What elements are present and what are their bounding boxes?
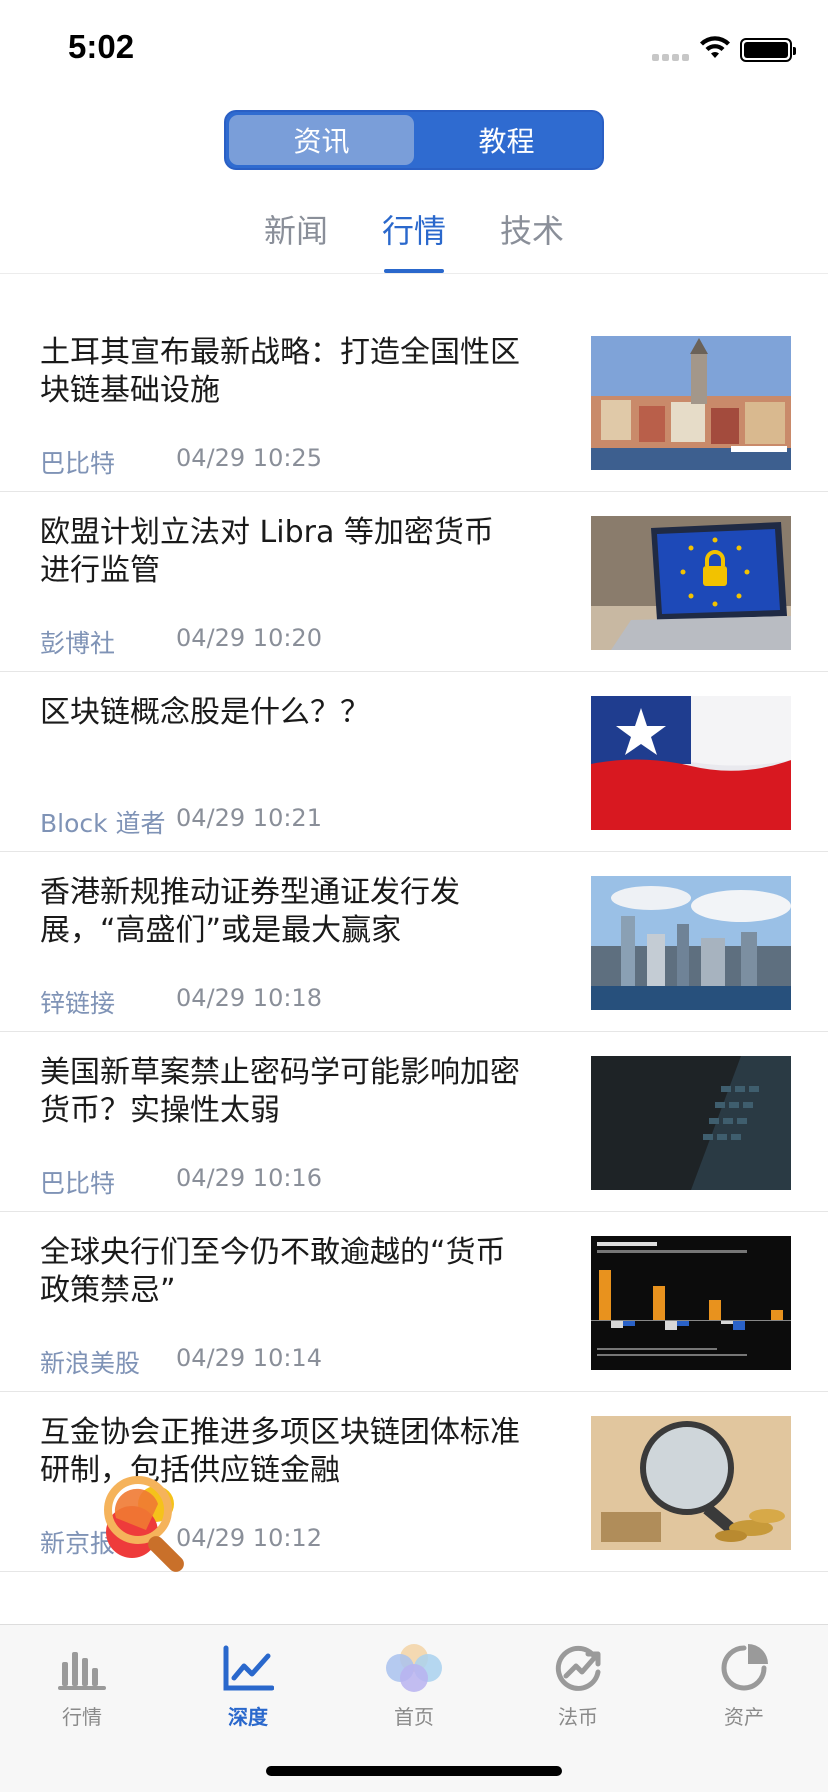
news-date: 04/29 10:20	[176, 624, 322, 652]
news-date: 04/29 10:21	[176, 804, 322, 832]
floating-search-button[interactable]	[98, 1474, 208, 1584]
tab-bar-label: 首页	[394, 1705, 434, 1729]
news-source: 锌链接	[40, 989, 116, 1018]
borrowing-chart-image	[591, 1236, 791, 1370]
news-source: 彭博社	[40, 629, 116, 658]
battery-icon	[740, 38, 796, 62]
news-meta: 锌链接 04/29 10:18	[40, 984, 322, 1020]
category-tabs: 新闻 行情 技术	[0, 200, 828, 274]
eu-laptop-lock-image	[591, 516, 791, 650]
news-title: 全球央行们至今仍不敢逾越的“货币政策禁忌”	[40, 1235, 506, 1308]
list-item[interactable]: 美国新草案禁止密码学可能影响加密货币？实操性太弱 巴比特 04/29 10:16	[0, 1032, 828, 1212]
tab-bar-label: 深度	[228, 1705, 268, 1729]
news-source: 新浪美股	[40, 1349, 141, 1378]
segment-news[interactable]: 资讯	[229, 115, 414, 165]
news-meta: 巴比特 04/29 10:16	[40, 1164, 322, 1200]
news-date: 04/29 10:25	[176, 444, 322, 472]
bar-chart-icon	[22, 1639, 142, 1697]
cellular-signal-icon	[652, 54, 689, 61]
list-item[interactable]: 区块链概念股是什么？？ Block 道者 04/29 10:21	[0, 672, 828, 852]
dark-keyboard-image	[591, 1056, 791, 1190]
finance-regulation-image	[591, 1416, 791, 1550]
chile-flag-image	[591, 696, 791, 830]
home-indicator	[266, 1766, 562, 1776]
pie-chart-icon	[684, 1639, 804, 1697]
news-source: 巴比特	[40, 1169, 116, 1198]
news-source: Block 道者	[40, 809, 166, 838]
tab-tech[interactable]: 技术	[499, 200, 565, 273]
status-bar: 5:02	[0, 0, 828, 100]
news-meta: 新浪美股 04/29 10:14	[40, 1344, 322, 1380]
news-title: 欧盟计划立法对 Libra 等加密货币进行监管	[40, 515, 494, 588]
tab-market[interactable]: 行情	[381, 200, 447, 273]
tab-bar-label: 行情	[62, 1705, 102, 1729]
tab-bar-assets[interactable]: 资产	[684, 1639, 804, 1730]
trend-circle-icon	[518, 1639, 638, 1697]
tab-bar-market[interactable]: 行情	[22, 1639, 142, 1730]
hong-kong-skyline-image	[591, 876, 791, 1010]
list-item[interactable]: 香港新规推动证券型通证发行发展，“高盛们”或是最大赢家 锌链接 04/29 10…	[0, 852, 828, 1032]
tab-bar-home[interactable]: 首页	[354, 1639, 474, 1730]
news-list: 土耳其宣布最新战略：打造全国性区块链基础设施 巴比特 04/29 10:25 欧…	[0, 312, 828, 1572]
segment-tutorial[interactable]: 教程	[414, 115, 599, 165]
list-item[interactable]: 全球央行们至今仍不敢逾越的“货币政策禁忌” 新浪美股 04/29 10:14	[0, 1212, 828, 1392]
istanbul-city-image	[591, 336, 791, 470]
news-date: 04/29 10:18	[176, 984, 322, 1012]
circles-icon	[354, 1639, 474, 1697]
news-date: 04/29 10:14	[176, 1344, 322, 1372]
tab-bar-fiat[interactable]: 法币	[518, 1639, 638, 1730]
line-chart-icon	[188, 1639, 308, 1697]
list-item[interactable]: 土耳其宣布最新战略：打造全国性区块链基础设施 巴比特 04/29 10:25	[0, 312, 828, 492]
magnifier-icon	[104, 1476, 184, 1572]
list-item[interactable]: 欧盟计划立法对 Libra 等加密货币进行监管 彭博社 04/29 10:20	[0, 492, 828, 672]
status-time: 5:02	[68, 28, 135, 65]
news-meta: Block 道者 04/29 10:21	[40, 804, 322, 840]
wifi-icon	[699, 34, 731, 64]
news-date: 04/29 10:16	[176, 1164, 322, 1192]
news-meta: 彭博社 04/29 10:20	[40, 624, 322, 660]
news-title: 香港新规推动证券型通证发行发展，“高盛们”或是最大赢家	[40, 875, 460, 948]
news-meta: 巴比特 04/29 10:25	[40, 444, 322, 480]
tab-bar-label: 资产	[724, 1705, 764, 1729]
news-source: 巴比特	[40, 449, 116, 478]
tab-bar-depth[interactable]: 深度	[188, 1639, 308, 1730]
news-title: 土耳其宣布最新战略：打造全国性区块链基础设施	[40, 335, 520, 408]
segmented-control: 资讯 教程	[224, 110, 604, 170]
tab-news[interactable]: 新闻	[263, 200, 329, 273]
tab-bar-label: 法币	[558, 1705, 598, 1729]
news-title: 美国新草案禁止密码学可能影响加密货币？实操性太弱	[40, 1055, 520, 1128]
news-title: 区块链概念股是什么？？	[40, 695, 370, 730]
